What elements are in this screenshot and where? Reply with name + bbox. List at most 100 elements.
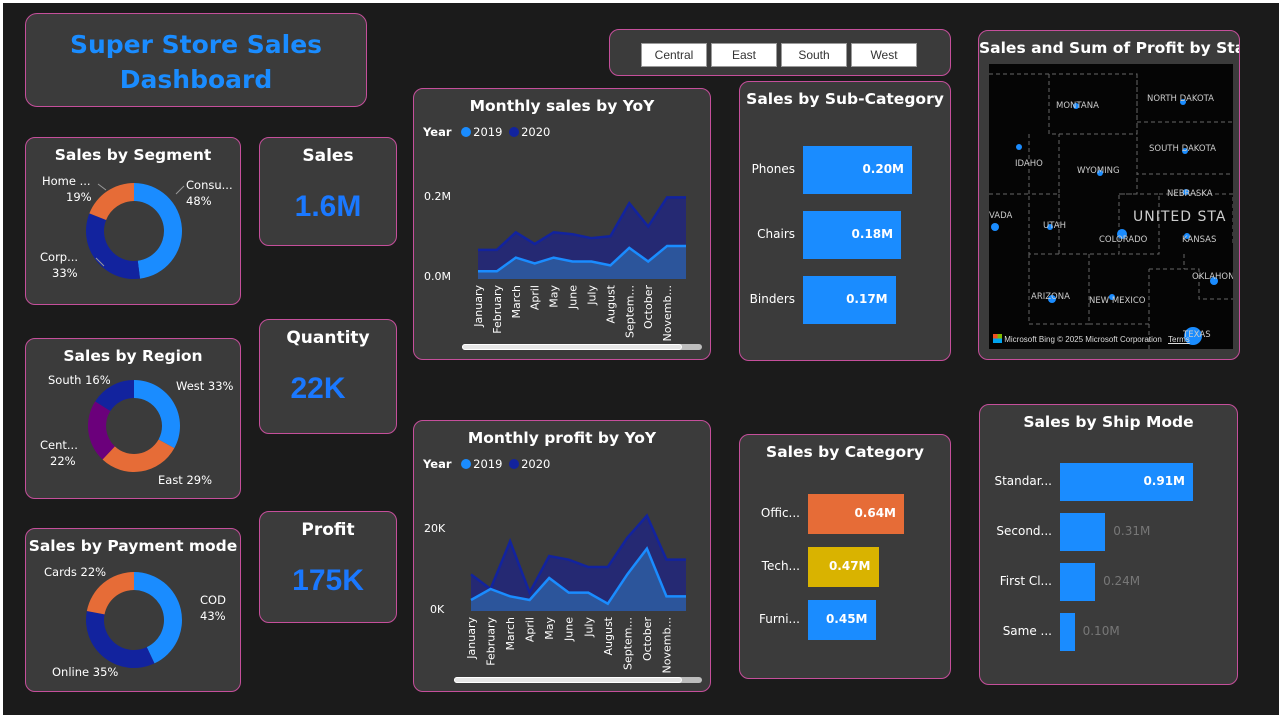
monthly-profit-card[interactable]: Monthly profit by YoY Year 2019 2020 20K…	[413, 420, 711, 692]
x-tick-label: June	[563, 617, 576, 642]
payment-card[interactable]: Sales by Payment mode COD 43% Online 35%…	[25, 528, 241, 692]
segment-card[interactable]: Sales by Segment Consu... 48% Corp... 33…	[25, 137, 241, 305]
segment-pct-consumer: 48%	[186, 194, 212, 208]
x-tick-label: Novemb...	[660, 617, 673, 673]
x-tick-label: February	[485, 617, 498, 666]
subcategory-title: Sales by Sub-Category	[746, 90, 944, 108]
x-tick-label: April	[524, 617, 537, 642]
segment-label-corp: Corp...	[40, 250, 79, 264]
x-tick-label: May	[548, 285, 561, 308]
map-terms-link[interactable]: Terms	[1168, 335, 1190, 344]
slicer-option-east[interactable]: East	[711, 43, 777, 67]
region-card[interactable]: Sales by Region West 33% East 29% Cent..…	[25, 338, 241, 499]
kpi-quantity-label: Quantity	[286, 328, 370, 348]
segment-pct-corp: 33%	[52, 266, 78, 280]
map-copyright: © 2025 Microsoft Corporation	[1057, 335, 1162, 344]
monthly-sales-scrollbar-thumb[interactable]	[462, 344, 682, 350]
x-tick-label: March	[510, 285, 523, 319]
x-tick-label: July	[585, 285, 598, 306]
bar-value-label: 0.10M	[1082, 624, 1120, 638]
x-tick-label: January	[472, 285, 485, 328]
shipmode-card[interactable]: Sales by Ship Mode Standar... 0.91M Second…	[979, 404, 1238, 685]
monthly-sales-scrollbar[interactable]	[462, 344, 702, 350]
map-bubble-idaho[interactable]	[1016, 144, 1022, 150]
bar-category-label: Second...	[996, 524, 1052, 538]
category-card[interactable]: Sales by Category Offic... 0.64M Tech... 0.…	[739, 434, 951, 679]
monthly-profit-area-chart: January February March April May June July Augu…	[465, 513, 686, 673]
region-label-central: Cent...	[40, 438, 78, 452]
payment-pct-cod: 43%	[200, 609, 226, 623]
segment-leader-consumer	[175, 185, 185, 195]
x-tick-label: March	[504, 617, 517, 651]
x-tick-label: Septem...	[621, 617, 634, 670]
bar-value-label: 0.91M	[1143, 474, 1185, 488]
segment-donut-slices	[85, 183, 183, 279]
donut-slice-east[interactable]	[102, 439, 175, 472]
bar-value-label: 0.64M	[854, 506, 896, 520]
payment-label-cod: COD	[200, 593, 226, 607]
bar-category-label: Binders	[749, 292, 795, 306]
kpi-sales-card: Sales 1.6M	[259, 137, 397, 246]
bar[interactable]	[1060, 613, 1075, 651]
map-state-borders	[989, 73, 1233, 349]
donut-slice-west[interactable]	[134, 380, 180, 449]
donut-slice-corporate[interactable]	[85, 213, 141, 279]
bar-value-label: 0.31M	[1113, 524, 1151, 538]
bar-category-label: Tech...	[761, 559, 800, 573]
map-card[interactable]: Sales and Sum of Profit by State MONTANA…	[978, 30, 1240, 360]
segment-leader-home	[97, 183, 107, 191]
bar-value-label: 0.45M	[825, 612, 868, 626]
kpi-sales-value: 1.6M	[294, 190, 362, 223]
map-label-wyoming: WYOMING	[1077, 166, 1120, 176]
region-label-east: East 29%	[158, 473, 213, 487]
map-title: Sales and Sum of Profit by State	[979, 39, 1240, 57]
donut-slice-consumer[interactable]	[134, 183, 183, 279]
map-viewport[interactable]: MONTANA NORTH DAKOTA SOUTH DAKOTA IDAHO …	[989, 64, 1233, 349]
bar[interactable]	[1060, 513, 1106, 551]
map-label-arizona: ARIZONA	[1031, 292, 1070, 302]
monthly-profit-scrollbar[interactable]	[454, 677, 702, 683]
monthly-sales-area-chart: January February March April May June July Augu…	[472, 196, 686, 341]
donut-slice-home-office[interactable]	[89, 183, 134, 220]
slicer-option-west[interactable]: West	[851, 43, 917, 67]
x-tick-label: February	[491, 285, 504, 334]
map-label-montana: MONTANA	[1056, 101, 1099, 111]
donut-slice-online[interactable]	[86, 611, 155, 668]
map-label-country: UNITED STA	[1133, 209, 1227, 225]
payment-label-cards: Cards 22%	[44, 565, 107, 579]
x-tick-label: October	[642, 285, 655, 329]
map-label-utah: UTAH	[1043, 221, 1066, 231]
dashboard-canvas: Super Store Sales Dashboard Central East…	[3, 3, 1279, 715]
map-attribution: Microsoft Bing © 2025 Microsoft Corporat…	[993, 334, 1190, 344]
map-bubble-nevada[interactable]	[991, 223, 999, 231]
subcategory-card[interactable]: Sales by Sub-Category Phones 0.20M Chairs 0…	[739, 81, 951, 361]
bing-logo-icon	[993, 334, 1002, 343]
bar-category-label: Chairs	[757, 227, 795, 241]
x-tick-label: May	[543, 617, 556, 640]
region-pct-central: 22%	[50, 454, 76, 468]
x-tick-label: August	[602, 616, 615, 655]
kpi-profit-card: Profit 175K	[259, 511, 397, 623]
map-label-south-dakota: SOUTH DAKOTA	[1149, 144, 1216, 154]
kpi-profit-value: 175K	[292, 564, 364, 597]
x-tick-label: January	[465, 617, 478, 660]
monthly-sales-card[interactable]: Monthly sales by YoY Year 2019 2020 0.2M…	[413, 88, 711, 360]
kpi-quantity-card: Quantity 22K	[259, 319, 397, 434]
monthly-profit-scrollbar-thumb[interactable]	[454, 677, 682, 683]
bar-value-label: 0.47M	[828, 559, 871, 573]
x-tick-label: June	[567, 285, 580, 310]
bar-value-label: 0.17M	[846, 292, 888, 306]
x-tick-label: July	[582, 617, 595, 638]
payment-label-online: Online 35%	[52, 665, 119, 679]
shipmode-title: Sales by Ship Mode	[1023, 413, 1194, 431]
map-label-oklahoma: OKLAHON	[1192, 272, 1233, 282]
payment-donut-slices	[86, 572, 183, 668]
bar[interactable]	[1060, 563, 1096, 601]
region-donut-slices	[88, 380, 180, 472]
bar-category-label: Standar...	[994, 474, 1052, 488]
slicer-option-south[interactable]: South	[781, 43, 847, 67]
slicer-option-central[interactable]: Central	[641, 43, 707, 67]
x-tick-label: Novemb...	[661, 285, 674, 341]
category-title: Sales by Category	[766, 443, 924, 461]
bar-value-label: 0.24M	[1103, 574, 1141, 588]
